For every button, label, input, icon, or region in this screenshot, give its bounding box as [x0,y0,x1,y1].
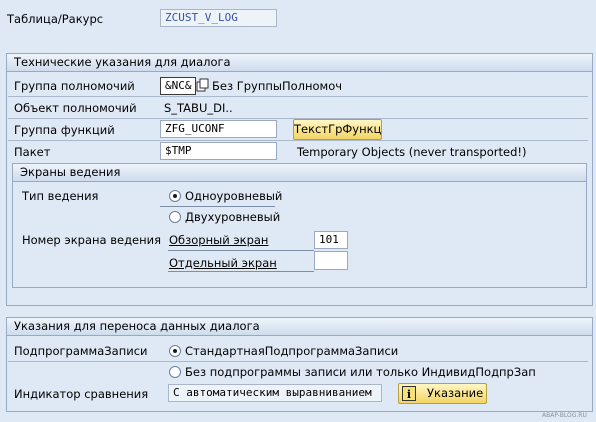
technical-settings-title: Технические указания для диалога [7,54,592,72]
auth-group-text: Без ГруппыПолномоч [212,79,343,93]
info-icon: i [402,386,416,401]
row-separator [8,140,588,141]
maintenance-screens-group: Экраны ведения [12,163,587,288]
radio-two-level[interactable] [169,211,181,223]
auth-object-value: S_TABU_DI.. [164,101,233,115]
row-separator [160,206,275,207]
function-group-field[interactable]: ZFG_UCONF [160,120,277,138]
data-transfer-title: Указания для переноса данных диалога [7,318,592,336]
table-view-field[interactable]: ZCUST_V_LOG [160,9,277,27]
dialog-maintenance-screen: { "header": { "table_view_label": "Табли… [0,0,596,422]
package-label: Пакет [14,145,51,159]
package-field[interactable]: $TMP [160,142,277,160]
overview-screen-field[interactable]: 101 [314,231,348,249]
auth-group-field[interactable]: &NC& [160,77,196,95]
package-text: Temporary Objects (never transported!) [297,145,527,159]
svg-text:i: i [407,388,411,401]
auth-group-label: Группа полномочий [14,79,135,93]
row-separator [168,271,314,272]
function-group-text-button[interactable]: ТекстГрФункц [293,119,382,140]
standard-routine-label: СтандартнаяПодпрограммаЗаписи [185,344,399,358]
single-screen-field[interactable] [314,251,348,270]
one-level-label: Одноуровневый [185,189,283,203]
maintenance-screens-title: Экраны ведения [13,164,586,182]
two-level-label: Двухуровневый [185,210,281,224]
radio-standard-routine[interactable] [169,345,181,357]
no-routine-label: Без подпрограммы записи или только Индив… [185,365,536,379]
row-separator [168,250,314,251]
function-group-label: Группа функций [14,123,115,137]
table-view-label: Таблица/Ракурс [7,12,104,26]
screen-number-label: Номер экрана ведения [22,233,162,247]
row-separator [8,96,588,97]
copy-icon[interactable] [196,78,210,93]
radio-one-level[interactable] [169,190,181,202]
auth-object-label: Объект полномочий [14,101,137,115]
radio-no-routine[interactable] [169,366,181,378]
recording-routine-label: ПодпрограммаЗаписи [14,344,148,358]
compare-indicator-label: Индикатор сравнения [14,387,149,401]
overview-screen-label: Обзорный экран [169,233,269,247]
single-screen-label: Отдельный экран [169,256,277,270]
hint-button[interactable]: i Указание [398,383,487,404]
row-separator [8,361,588,362]
watermark-text: ABAP-BLOG.RU [542,412,587,419]
hint-button-label: Указание [427,386,484,400]
compare-indicator-field[interactable]: С автоматическим выравниванием [168,384,382,402]
maintenance-type-label: Тип ведения [22,189,99,203]
